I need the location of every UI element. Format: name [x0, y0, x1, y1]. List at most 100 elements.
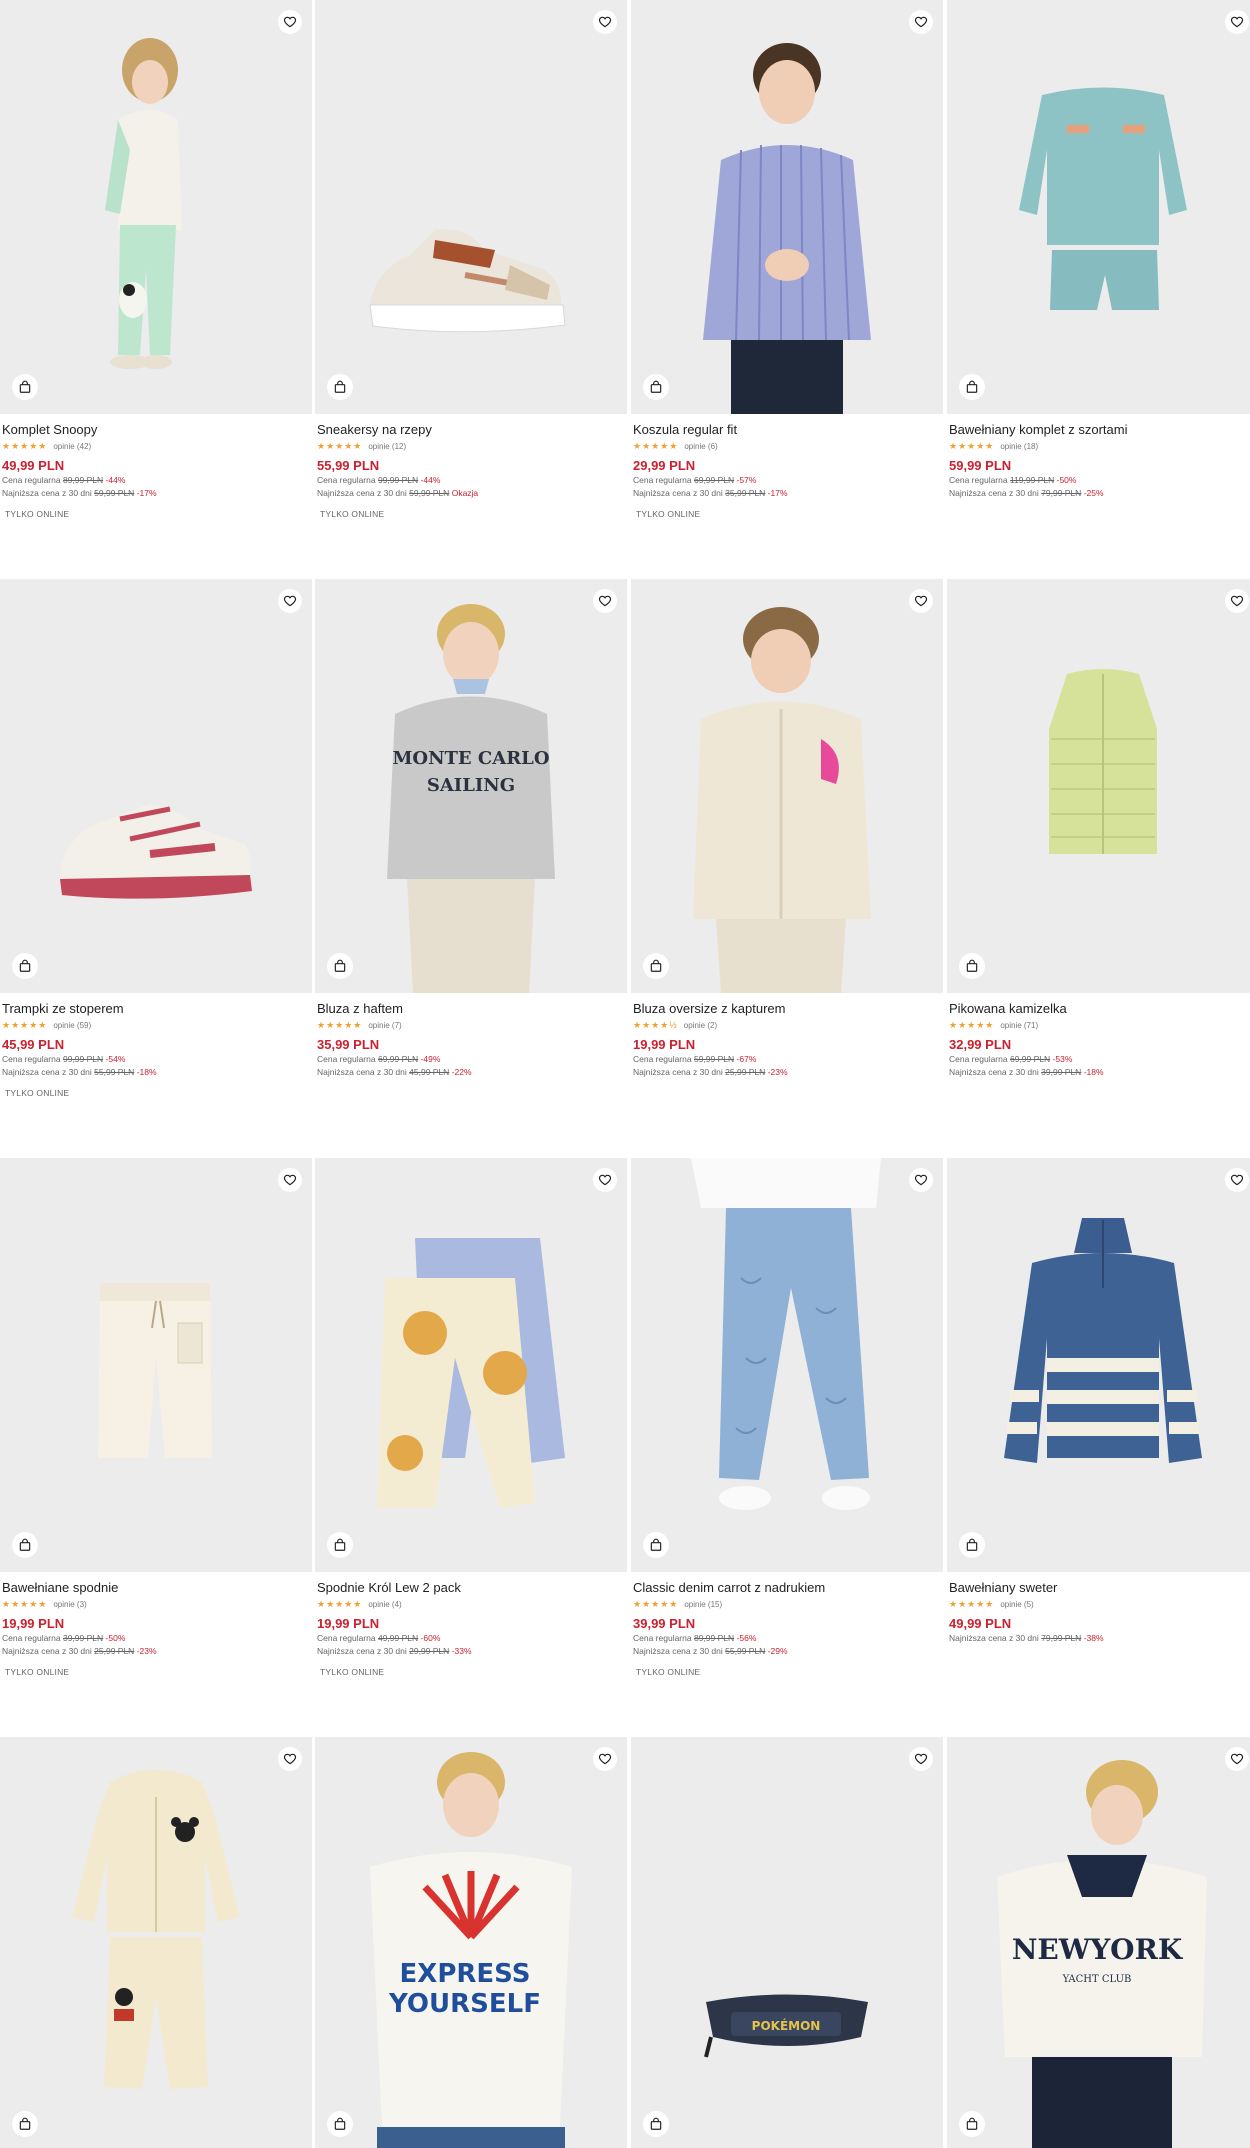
add-to-cart-button[interactable] [12, 374, 38, 400]
heart-icon [1230, 1174, 1244, 1186]
product-card[interactable]: Pikowana kamizelka ★★★★★ opinie (71) 32,9… [947, 579, 1250, 1088]
add-to-cart-button[interactable] [12, 953, 38, 979]
product-image[interactable] [0, 1737, 312, 2148]
lowest-price: Najniższa cena z 30 dni 59,99 PLN Okazja [317, 487, 625, 500]
product-image[interactable]: POKÉMON [631, 1737, 943, 2148]
shopping-bag-icon [19, 2117, 31, 2130]
lowest-discount: -25% [1083, 488, 1104, 498]
regular-price-label: Cena regularna [633, 1054, 692, 1064]
add-to-cart-button[interactable] [327, 374, 353, 400]
favorite-button[interactable] [278, 1747, 302, 1771]
product-card[interactable]: Sneakersy na rzepy ★★★★★ opinie (12) 55,9… [315, 0, 627, 519]
product-card[interactable] [0, 1737, 312, 2148]
product-card[interactable]: Bawełniany sweter ★★★★★ opinie (5) 49,99 … [947, 1158, 1250, 1645]
favorite-button[interactable] [1225, 1747, 1249, 1771]
product-name[interactable]: Bluza oversize z kapturem [633, 1001, 941, 1017]
favorite-button[interactable] [593, 589, 617, 613]
lowest-price: Najniższa cena z 30 dni 39,99 PLN -18% [949, 1066, 1250, 1079]
star-icon: ★★★★★ [317, 1020, 363, 1030]
product-image[interactable] [0, 0, 312, 414]
product-card[interactable]: Classic denim carrot z nadrukiem ★★★★★ op… [631, 1158, 943, 1677]
heart-icon [914, 1753, 928, 1765]
product-card[interactable]: POKÉMON [631, 1737, 943, 2148]
heart-icon [1230, 16, 1244, 28]
product-info: Classic denim carrot z nadrukiem ★★★★★ op… [631, 1572, 943, 1677]
product-image[interactable]: MONTE CARLO SAILING [315, 579, 627, 993]
add-to-cart-button[interactable] [12, 2111, 38, 2137]
product-image[interactable] [947, 1158, 1250, 1572]
product-name[interactable]: Classic denim carrot z nadrukiem [633, 1580, 941, 1596]
regular-price: Cena regularna 99,99 PLN -44% [317, 474, 625, 487]
product-image[interactable]: NEWYORK YACHT CLUB [947, 1737, 1250, 2148]
product-card[interactable]: Bluza oversize z kapturem ★★★★½ opinie (2… [631, 579, 943, 1088]
add-to-cart-button[interactable] [12, 1532, 38, 1558]
favorite-button[interactable] [593, 1168, 617, 1192]
product-card[interactable]: Komplet Snoopy ★★★★★ opinie (42) 49,99 PL… [0, 0, 312, 519]
product-card[interactable]: EXPRESS YOURSELF [315, 1737, 627, 2148]
product-image[interactable]: EXPRESS YOURSELF [315, 1737, 627, 2148]
product-image[interactable] [947, 0, 1250, 414]
add-to-cart-button[interactable] [643, 953, 669, 979]
product-rating: ★★★★★ opinie (12) [317, 441, 625, 452]
favorite-button[interactable] [278, 589, 302, 613]
product-card[interactable]: Trampki ze stoperem ★★★★★ opinie (59) 45,… [0, 579, 312, 1098]
product-image[interactable] [0, 579, 312, 993]
favorite-button[interactable] [909, 10, 933, 34]
add-to-cart-button[interactable] [327, 2111, 353, 2137]
product-name[interactable]: Bawełniany sweter [949, 1580, 1250, 1596]
add-to-cart-button[interactable] [643, 374, 669, 400]
product-image[interactable] [947, 579, 1250, 993]
add-to-cart-button[interactable] [327, 1532, 353, 1558]
product-card[interactable]: Bawełniany komplet z szortami ★★★★★ opini… [947, 0, 1250, 509]
lowest-discount: -23% [136, 1646, 157, 1656]
shopping-bag-icon [650, 2117, 662, 2130]
lowest-price-old: 45,99 PLN [409, 1067, 450, 1077]
favorite-button[interactable] [278, 1168, 302, 1192]
review-count: opinie (12) [368, 442, 407, 451]
add-to-cart-button[interactable] [643, 1532, 669, 1558]
product-name[interactable]: Sneakersy na rzepy [317, 422, 625, 438]
heart-icon [283, 1174, 297, 1186]
product-image[interactable] [315, 0, 627, 414]
product-image[interactable] [315, 1158, 627, 1572]
favorite-button[interactable] [1225, 1168, 1249, 1192]
favorite-button[interactable] [593, 10, 617, 34]
product-image[interactable] [0, 1158, 312, 1572]
favorite-button[interactable] [1225, 589, 1249, 613]
product-card[interactable]: Bawełniane spodnie ★★★★★ opinie (3) 19,99… [0, 1158, 312, 1677]
product-name[interactable]: Bawełniane spodnie [2, 1580, 310, 1596]
add-to-cart-button[interactable] [327, 953, 353, 979]
product-name[interactable]: Pikowana kamizelka [949, 1001, 1250, 1017]
print-line-1: MONTE CARLO [392, 748, 549, 769]
product-card[interactable]: MONTE CARLO SAILING Bluza z haftem ★★★★★… [315, 579, 627, 1088]
favorite-button[interactable] [909, 1168, 933, 1192]
online-only-badge: TYLKO ONLINE [320, 509, 385, 519]
add-to-cart-button[interactable] [959, 1532, 985, 1558]
product-image[interactable] [631, 0, 943, 414]
product-name[interactable]: Bluza z haftem [317, 1001, 625, 1017]
product-name[interactable]: Spodnie Król Lew 2 pack [317, 1580, 625, 1596]
product-price: 49,99 PLN [2, 458, 65, 473]
product-price: 45,99 PLN [2, 1037, 65, 1052]
add-to-cart-button[interactable] [959, 2111, 985, 2137]
product-name[interactable]: Trampki ze stoperem [2, 1001, 310, 1017]
product-name[interactable]: Bawełniany komplet z szortami [949, 422, 1250, 438]
favorite-button[interactable] [909, 1747, 933, 1771]
favorite-button[interactable] [1225, 10, 1249, 34]
favorite-button[interactable] [909, 589, 933, 613]
product-image[interactable] [631, 1158, 943, 1572]
add-to-cart-button[interactable] [959, 374, 985, 400]
product-photo: POKÉMON [631, 1737, 943, 2148]
add-to-cart-button[interactable] [959, 953, 985, 979]
product-name[interactable]: Komplet Snoopy [2, 422, 310, 438]
add-to-cart-button[interactable] [643, 2111, 669, 2137]
product-image[interactable] [631, 579, 943, 993]
product-name[interactable]: Koszula regular fit [633, 422, 941, 438]
regular-price-old: 59,99 PLN [693, 1054, 735, 1064]
product-card[interactable]: Spodnie Król Lew 2 pack ★★★★★ opinie (4) … [315, 1158, 627, 1677]
product-card[interactable]: NEWYORK YACHT CLUB [947, 1737, 1250, 2148]
favorite-button[interactable] [278, 10, 302, 34]
lowest-price: Najniższa cena z 30 dni 25,99 PLN -23% [633, 1066, 941, 1079]
favorite-button[interactable] [593, 1747, 617, 1771]
product-card[interactable]: Koszula regular fit ★★★★★ opinie (6) 29,9… [631, 0, 943, 519]
